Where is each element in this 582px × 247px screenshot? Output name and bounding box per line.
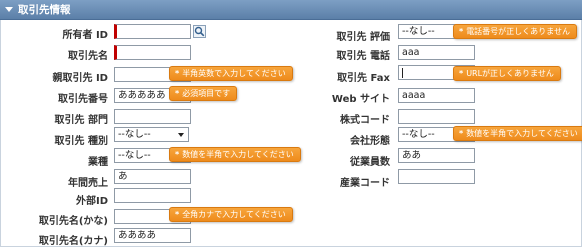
tooltip-required: 必須項目です [169, 86, 238, 101]
tooltip-fax-url-invalid: URLが正しくありません [453, 66, 561, 81]
section-header[interactable]: 取引先情報 [0, 0, 582, 20]
account-name-input[interactable] [114, 45, 191, 60]
label-account-site: 取引先 部門 [54, 115, 108, 126]
website-input[interactable]: aaaa [398, 88, 475, 103]
label-account-rating: 取引先 評価 [336, 32, 390, 43]
label-company-form: 会社形態 [350, 136, 390, 147]
tooltip-parent-id-format: 半角英数で入力してください [169, 66, 293, 81]
account-type-value: --なし-- [118, 129, 151, 140]
label-account-fax: 取引先 Fax [337, 73, 390, 84]
label-external-id: 外部ID [75, 196, 108, 207]
label-website: Web サイト [331, 94, 390, 105]
label-parent-account-id: 親取引先 ID [52, 73, 108, 84]
account-site-input[interactable] [114, 109, 191, 124]
text-cursor [402, 67, 403, 78]
label-account-number: 取引先番号 [58, 94, 108, 105]
label-account-name-katakana: 取引先名(カナ) [38, 236, 108, 247]
account-phone-input[interactable]: aaa [398, 45, 475, 60]
lookup-icon[interactable] [193, 25, 206, 38]
section-title: 取引先情報 [18, 4, 71, 16]
tooltip-kana-format: 全角カナで入力してください [169, 207, 293, 222]
label-annual-revenue: 年間売上 [68, 178, 108, 189]
external-id-input[interactable] [114, 188, 191, 203]
employees-input[interactable]: ああ [398, 148, 475, 163]
dropdown-caret-icon [178, 133, 184, 137]
label-account-type: 取引先 種別 [54, 136, 108, 147]
tooltip-phone-invalid: 電話番号が正しくありません [453, 24, 577, 39]
label-ticker-symbol: 株式コード [340, 115, 390, 126]
label-employees: 従業員数 [350, 157, 390, 168]
label-industry: 業種 [88, 157, 108, 168]
label-account-phone: 取引先 電話 [336, 51, 390, 62]
industry-code-input[interactable] [398, 169, 475, 184]
account-type-select[interactable]: --なし-- [114, 127, 189, 142]
tooltip-industry-number: 数値を半角で入力してください [169, 147, 301, 162]
label-account-name-kana: 取引先名(かな) [38, 216, 108, 227]
ticker-symbol-input[interactable] [398, 109, 475, 124]
label-industry-code: 産業コード [340, 178, 390, 189]
label-account-name: 取引先名 [68, 51, 108, 62]
account-name-katakana-input[interactable]: ああああ [114, 228, 191, 243]
tooltip-company-form-number: 数値を半角で入力してください [453, 126, 582, 141]
label-owner-id: 所有者 ID [62, 30, 108, 41]
annual-revenue-input[interactable]: あ [114, 169, 191, 184]
collapse-triangle-icon[interactable] [5, 7, 13, 12]
owner-id-input[interactable] [114, 24, 191, 39]
